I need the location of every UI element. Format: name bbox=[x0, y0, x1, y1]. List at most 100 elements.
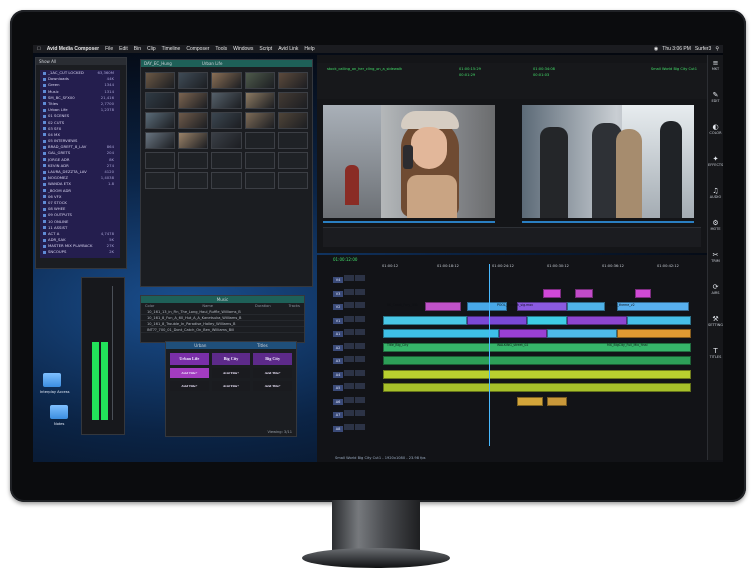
track-header[interactable]: A7 bbox=[333, 410, 381, 418]
timeline-clip[interactable] bbox=[383, 383, 691, 392]
tool-mote-button[interactable]: ⚙ MOTE bbox=[708, 215, 723, 247]
col-name[interactable]: Name bbox=[202, 304, 213, 308]
timeline-clip[interactable] bbox=[527, 315, 567, 325]
track-monitor-icon[interactable] bbox=[355, 288, 365, 295]
track-lock-icon[interactable] bbox=[344, 342, 354, 349]
track-monitor-icon[interactable] bbox=[355, 423, 365, 430]
bin-row[interactable]: SNCOUPS 2K bbox=[40, 249, 120, 255]
timeline-clip[interactable] bbox=[499, 329, 547, 338]
timeline-clip[interactable] bbox=[383, 356, 691, 365]
track-monitor-icon[interactable] bbox=[355, 302, 365, 308]
clip-thumbnail[interactable] bbox=[178, 172, 209, 189]
clip-thumbnail[interactable] bbox=[244, 92, 275, 109]
clip-thumbnail[interactable] bbox=[178, 72, 209, 89]
track-name[interactable]: V1 bbox=[333, 317, 343, 324]
track-lock-icon[interactable] bbox=[344, 410, 354, 416]
tool-airs-button[interactable]: ⟳ AIRS bbox=[708, 279, 723, 311]
track-monitor-icon[interactable] bbox=[355, 369, 365, 376]
track-lock-icon[interactable] bbox=[344, 369, 354, 376]
timeline-clip[interactable] bbox=[567, 315, 627, 325]
track-name[interactable]: A1 bbox=[333, 331, 343, 337]
clip-thumbnail[interactable] bbox=[178, 92, 209, 109]
timeline-clip[interactable] bbox=[567, 302, 605, 311]
track-monitor-icon[interactable] bbox=[355, 356, 365, 362]
tab-titles[interactable]: Titles bbox=[257, 342, 268, 349]
clip-thumbnail[interactable] bbox=[211, 92, 242, 109]
track-name[interactable]: V2 bbox=[333, 304, 343, 310]
title-card[interactable]: Big City bbox=[253, 353, 292, 365]
clip-thumbnail[interactable] bbox=[145, 112, 176, 129]
clip-thumbnail[interactable] bbox=[145, 132, 176, 149]
track-header[interactable]: A4 bbox=[333, 369, 381, 378]
record-position-bar[interactable] bbox=[522, 221, 694, 223]
title-card[interactable]: Avid Title+ bbox=[211, 368, 251, 378]
track-monitor-icon[interactable] bbox=[355, 383, 365, 389]
clip-thumbnail[interactable] bbox=[244, 112, 275, 129]
tab-day-ec-hung[interactable]: DAY_EC_Hung bbox=[144, 60, 172, 67]
menu-tools[interactable]: Tools bbox=[215, 46, 227, 52]
timeline-clip[interactable] bbox=[383, 369, 691, 379]
menu-composer[interactable]: Composer bbox=[186, 46, 209, 52]
wifi-icon[interactable]: ◉ bbox=[654, 46, 658, 52]
title-card[interactable]: Avid Title+ bbox=[211, 381, 251, 391]
track-name[interactable]: A5 bbox=[333, 385, 343, 391]
track-header[interactable]: A1 bbox=[333, 329, 381, 337]
track-lock-icon[interactable] bbox=[344, 329, 354, 335]
timeline-clip[interactable] bbox=[383, 315, 467, 325]
clip-thumbnail[interactable] bbox=[145, 152, 176, 169]
clip-thumbnail[interactable] bbox=[244, 152, 275, 169]
clip-thumbnail[interactable] bbox=[211, 132, 242, 149]
track-lock-icon[interactable] bbox=[344, 315, 354, 322]
timeline-clip[interactable] bbox=[517, 396, 543, 406]
clip-thumbnail[interactable] bbox=[145, 72, 176, 89]
apple-icon[interactable]:  bbox=[37, 46, 41, 52]
track-name[interactable]: A8 bbox=[333, 425, 343, 432]
menu-help[interactable]: Help bbox=[304, 46, 314, 52]
track-header[interactable]: V4 bbox=[333, 275, 381, 283]
col-color[interactable]: Color bbox=[145, 304, 154, 308]
menu-script[interactable]: Script bbox=[259, 46, 272, 52]
track-lock-icon[interactable] bbox=[344, 396, 354, 403]
clip-thumbnail[interactable] bbox=[178, 112, 209, 129]
track-lock-icon[interactable] bbox=[344, 383, 354, 389]
clip-thumbnail[interactable] bbox=[211, 172, 242, 189]
tool-edit-button[interactable]: ✎ EDIT bbox=[708, 87, 723, 119]
track-header[interactable]: V1 bbox=[333, 315, 381, 324]
track-lock-icon[interactable] bbox=[344, 356, 354, 362]
clip-thumbnail[interactable] bbox=[211, 72, 242, 89]
timeline-clip[interactable] bbox=[425, 302, 461, 311]
track-header[interactable]: V3 bbox=[333, 288, 381, 297]
menu-clip[interactable]: Clip bbox=[147, 46, 156, 52]
track-name[interactable]: A6 bbox=[333, 398, 343, 405]
clip-thumbnail[interactable] bbox=[277, 112, 308, 129]
track-monitor-icon[interactable] bbox=[355, 342, 365, 349]
menu-edit[interactable]: Edit bbox=[119, 46, 128, 52]
track-header[interactable]: A8 bbox=[333, 423, 381, 432]
clip-thumbnail[interactable] bbox=[211, 112, 242, 129]
clip-thumbnail[interactable] bbox=[277, 72, 308, 89]
app-menu[interactable]: Avid Media Composer bbox=[47, 46, 99, 52]
search-icon[interactable]: ⚲ bbox=[715, 46, 719, 52]
tool-effects-button[interactable]: ✦ EFFECTS bbox=[708, 151, 723, 183]
title-card[interactable]: Avid Title+ bbox=[170, 368, 209, 378]
tab-urban[interactable]: Urban bbox=[194, 342, 206, 349]
clip-thumbnail[interactable] bbox=[145, 92, 176, 109]
music-title[interactable]: Music bbox=[141, 296, 304, 303]
track-monitor-icon[interactable] bbox=[355, 410, 365, 416]
tool-audio-button[interactable]: ♫ AUDIO bbox=[708, 183, 723, 215]
tool-titles-button[interactable]: T TITLES bbox=[708, 343, 723, 375]
timeline-clip[interactable] bbox=[617, 329, 691, 338]
clip-thumbnail[interactable] bbox=[244, 72, 275, 89]
record-viewer[interactable] bbox=[522, 105, 694, 218]
col-tracks[interactable]: Tracks bbox=[289, 304, 300, 308]
menu-windows[interactable]: Windows bbox=[233, 46, 253, 52]
user-name[interactable]: Surfer3 bbox=[695, 46, 711, 52]
position-indicator[interactable] bbox=[489, 264, 490, 446]
timeline-clip[interactable] bbox=[547, 396, 567, 406]
track-header[interactable]: A5 bbox=[333, 383, 381, 391]
tool-mkt-button[interactable]: ≡ MKT bbox=[708, 55, 723, 87]
clip-thumbnail[interactable] bbox=[145, 172, 176, 189]
clip-thumbnail[interactable] bbox=[178, 152, 209, 169]
title-card[interactable]: Big City bbox=[211, 353, 251, 365]
timeline-ruler[interactable]: 01:00:12 01:00:18:12 01:00:24:12 01:00:30:1… bbox=[382, 264, 709, 272]
